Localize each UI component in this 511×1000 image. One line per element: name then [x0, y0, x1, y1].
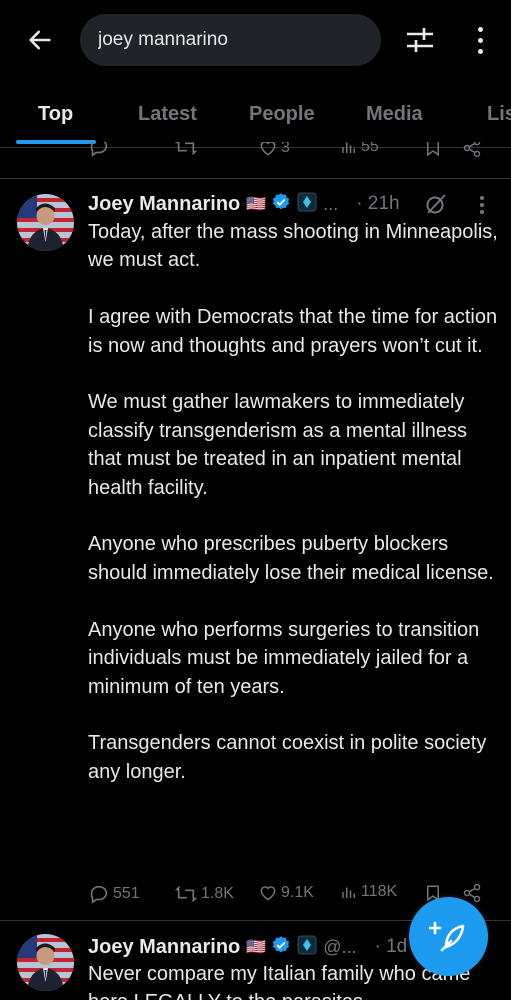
avatar[interactable] [17, 194, 74, 251]
search-field[interactable] [80, 14, 381, 66]
bookmark-button[interactable] [424, 142, 442, 158]
author-name[interactable]: Joey Mannarino [88, 193, 240, 216]
search-tabs: Top Latest People Media Lis [0, 88, 511, 148]
verified-badge-icon [271, 192, 291, 217]
heart-icon [260, 142, 276, 156]
views-button[interactable]: 55 [340, 142, 379, 156]
grok-icon[interactable] [424, 192, 448, 216]
retweet-icon [174, 142, 198, 155]
views-count: 55 [361, 142, 379, 155]
retweet-button[interactable]: 1.8K [174, 883, 234, 905]
more-options-button[interactable] [468, 22, 492, 58]
tab-top[interactable]: Top [38, 103, 73, 126]
bar-chart-icon [342, 142, 355, 153]
active-tab-indicator [16, 140, 96, 144]
dot [477, 26, 483, 32]
tweet-text: Today, after the mass shooting in Minnea… [88, 221, 498, 783]
arrow-left-icon [29, 30, 51, 50]
heart-icon [260, 886, 276, 901]
tweet-header: Joey Mannarino 🇺🇸 @... · 1d [88, 934, 407, 960]
verified-badge-icon [271, 935, 291, 960]
search-filter-button[interactable] [404, 24, 436, 56]
previous-tweet-actions: 3 55 [88, 142, 488, 166]
timestamp[interactable]: · 1d [374, 936, 407, 958]
avatar[interactable] [17, 934, 74, 991]
reply-button[interactable]: 551 [88, 883, 140, 905]
flag-emoji: 🇺🇸 [246, 196, 267, 213]
reply-button[interactable] [88, 142, 110, 158]
dot [477, 37, 483, 43]
share-icon [463, 142, 481, 158]
like-button[interactable]: 3 [258, 142, 290, 158]
tab-latest[interactable]: Latest [138, 103, 197, 126]
retweet-count: 1.8K [201, 885, 234, 902]
like-count: 3 [281, 142, 290, 156]
retweet-button[interactable] [174, 142, 198, 158]
tab-media[interactable]: Media [366, 103, 423, 126]
timestamp[interactable]: · 21h [356, 193, 399, 215]
avatar-image [17, 934, 74, 991]
dot [480, 210, 484, 214]
avatar-image [17, 194, 74, 251]
views-button[interactable]: 118K [340, 883, 397, 901]
views-count: 118K [361, 883, 398, 900]
affiliate-badge-icon [297, 192, 317, 217]
top-bar [0, 0, 511, 80]
author-name[interactable]: Joey Mannarino [88, 936, 240, 959]
reply-count: 551 [113, 885, 140, 902]
retweet-icon [174, 886, 198, 902]
dot [480, 196, 484, 200]
bookmark-icon [427, 142, 439, 157]
search-input[interactable] [98, 29, 381, 51]
affiliate-badge-icon [297, 935, 317, 960]
reply-icon [90, 885, 108, 904]
flag-emoji: 🇺🇸 [246, 939, 267, 956]
handle: ... [323, 193, 339, 214]
back-button[interactable] [22, 22, 58, 58]
tweet-header: Joey Mannarino 🇺🇸 ... · 21h [88, 191, 400, 217]
share-button[interactable] [462, 142, 482, 158]
dot [477, 48, 483, 54]
tweet-more-button[interactable] [472, 193, 492, 217]
bar-chart-icon [342, 887, 355, 898]
tab-lists[interactable]: Lis [487, 103, 511, 126]
like-button[interactable]: 9.1K [258, 883, 314, 903]
handle: @... [323, 936, 357, 957]
sliders-icon [407, 28, 433, 52]
compose-button[interactable] [409, 897, 488, 976]
tweet-divider [0, 178, 511, 179]
dot [480, 203, 484, 207]
tab-people[interactable]: People [249, 103, 315, 126]
like-count: 9.1K [281, 884, 314, 901]
compose-feather-icon [428, 921, 464, 951]
reply-icon [90, 142, 108, 157]
